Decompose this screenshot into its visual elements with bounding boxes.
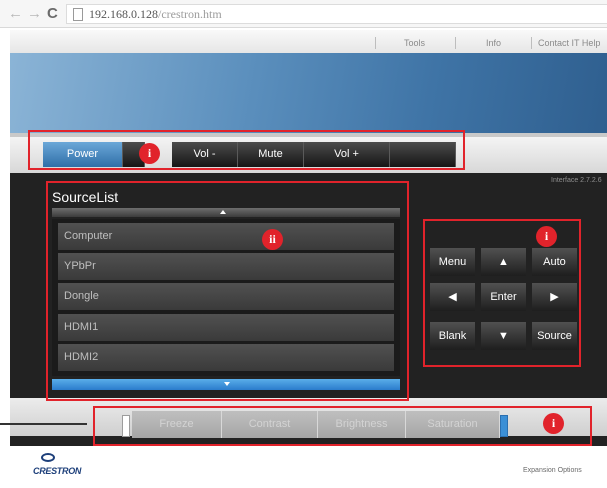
- tools-link[interactable]: Tools: [404, 38, 425, 48]
- annotation-box-image-controls: [93, 406, 592, 446]
- contact-it-help-link[interactable]: Contact IT Help: [538, 38, 600, 48]
- info-link[interactable]: Info: [486, 38, 501, 48]
- separator: [455, 37, 456, 49]
- browser-toolbar: ← → C 192.168.0.128/crestron.htm: [0, 0, 607, 28]
- url-path: /crestron.htm: [158, 7, 222, 21]
- annotation-badge-i: i: [536, 226, 557, 247]
- page-icon: [73, 8, 83, 21]
- annotation-leader-line: [0, 423, 87, 425]
- top-links-bar: Tools Info Contact IT Help: [10, 30, 607, 53]
- footer: CRESTRON Expansion Options: [10, 446, 607, 488]
- forward-arrow-icon[interactable]: →: [27, 5, 42, 22]
- annotation-box-keypad: [423, 219, 581, 367]
- url-host: 192.168.0.128: [89, 7, 158, 21]
- reload-icon[interactable]: C: [47, 5, 58, 22]
- annotation-box-source-list: [46, 181, 409, 401]
- address-bar[interactable]: 192.168.0.128/crestron.htm: [66, 4, 607, 24]
- crestron-logo: CRESTRON: [33, 466, 82, 476]
- address-text[interactable]: 192.168.0.128/crestron.htm: [89, 7, 222, 22]
- expansion-options-link[interactable]: Expansion Options: [523, 467, 582, 474]
- crestron-logo-icon: [41, 453, 55, 462]
- interface-version: Interface 2.7.2.6: [551, 177, 602, 184]
- annotation-badge-i: i: [139, 143, 160, 164]
- separator: [531, 37, 532, 49]
- annotation-box-control-bar: [28, 130, 465, 170]
- back-arrow-icon[interactable]: ←: [8, 5, 23, 22]
- header-banner: [10, 53, 607, 133]
- separator: [375, 37, 376, 49]
- annotation-badge-ii: ii: [262, 229, 283, 250]
- annotation-badge-i: i: [543, 413, 564, 434]
